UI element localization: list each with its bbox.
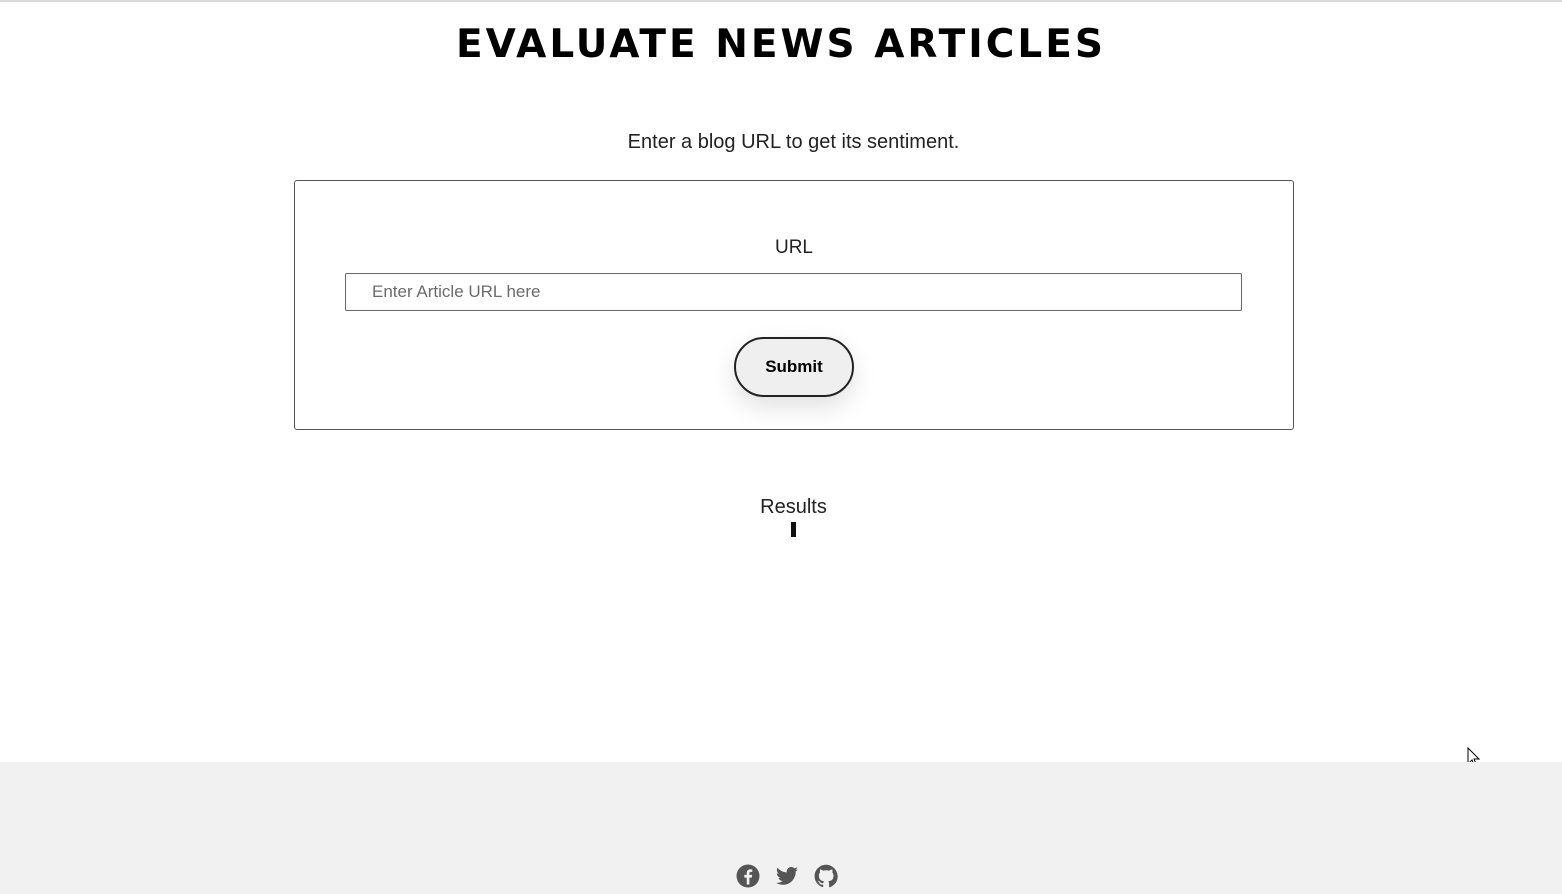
- url-input[interactable]: [345, 273, 1242, 311]
- page-title: EVALUATE NEWS ARTICLES: [455, 22, 1106, 67]
- github-icon[interactable]: [814, 864, 838, 888]
- url-label: URL: [774, 237, 813, 258]
- footer: [0, 762, 1562, 894]
- intro-text: Enter a blog URL to get its sentiment.: [627, 131, 960, 153]
- facebook-icon[interactable]: [736, 864, 760, 888]
- text-cursor: [791, 522, 796, 537]
- social-links: [736, 864, 838, 888]
- top-divider: [0, 0, 1562, 2]
- submit-button[interactable]: Submit: [734, 337, 854, 397]
- url-form: URL Submit: [294, 180, 1294, 430]
- twitter-icon[interactable]: [775, 864, 799, 888]
- results-heading: Results: [760, 496, 827, 518]
